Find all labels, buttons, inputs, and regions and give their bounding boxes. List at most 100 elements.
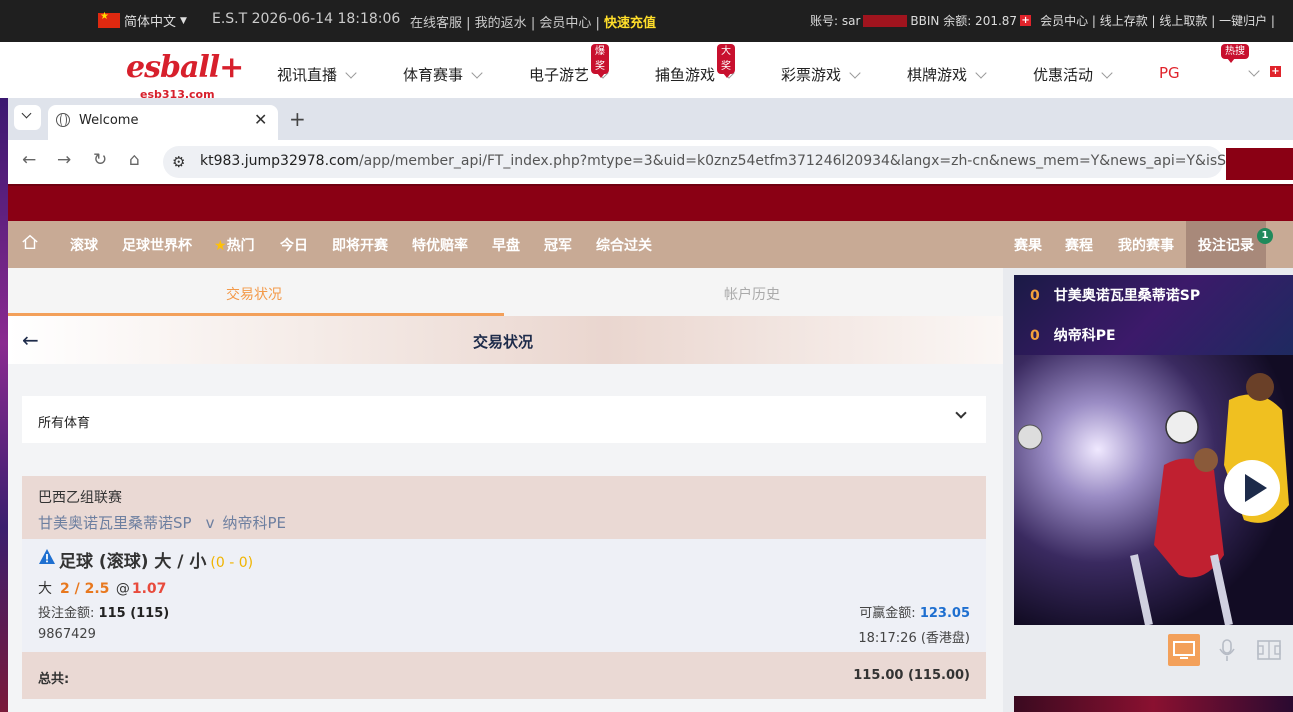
new-tab-icon[interactable]: +	[289, 107, 306, 131]
nav-in-play[interactable]: 滚球	[70, 235, 98, 255]
hot-badge: 爆奖	[591, 44, 609, 78]
top-links: 在线客服 | 我的返水 | 会员中心 | 快速充值	[410, 16, 657, 31]
odds-value: 1.07	[131, 581, 167, 597]
nav-label: 优惠活动	[1033, 66, 1094, 84]
address-bar[interactable]: ⚙ kt983.jump32978.com/app/member_api/FT_…	[163, 146, 1263, 178]
nav-label: 捕鱼游戏	[655, 66, 716, 84]
home-icon[interactable]	[21, 233, 39, 251]
nav-lottery[interactable]: 彩票游戏	[781, 64, 861, 85]
site-info-icon[interactable]: ⚙	[172, 153, 185, 171]
account-links[interactable]: 会员中心 | 线上存款 | 线上取款 | 一键归户 |	[1040, 12, 1275, 29]
chevron-down-icon	[849, 66, 861, 79]
nav-bet-history[interactable]: 投注记录	[1198, 235, 1254, 255]
star-icon: ★	[214, 238, 227, 254]
sport-filter-select[interactable]: 所有体育	[22, 396, 986, 443]
bet-total-row: 总共: 115.00 (115.00)	[22, 652, 986, 699]
at-symbol: @	[115, 581, 130, 597]
url-path: /app/member_api/FT_index.php?mtype=3&uid…	[358, 153, 1263, 169]
account-label: 账号: sar	[810, 14, 861, 28]
chevron-down-icon	[955, 407, 967, 419]
league-name: 巴西乙组联赛	[38, 490, 122, 506]
esball-logo[interactable]: esball+ esb313.com	[126, 50, 244, 101]
close-tab-icon[interactable]: ✕	[254, 110, 267, 129]
potential-win: 可赢金额: 123.05	[859, 602, 970, 621]
nav-slots[interactable]: 电子游艺 爆奖	[529, 44, 609, 85]
nav-schedule[interactable]: 赛程	[1065, 235, 1093, 255]
nav-live-casino[interactable]: 视讯直播	[277, 64, 357, 85]
tab-account-history[interactable]: 帐户历史	[724, 284, 780, 304]
home-team: 甘美奥诺瓦里桑蒂诺SP	[38, 514, 192, 532]
language-selector[interactable]: 简体中文 ▼	[98, 11, 187, 30]
total-value: 115.00 (115.00)	[853, 668, 970, 683]
chevron-down-icon	[21, 108, 32, 119]
selection-label: 大	[38, 581, 52, 597]
bet-card-header: 巴西乙组联赛 甘美奥诺瓦里桑蒂诺SP v 纳帝科PE	[22, 476, 986, 539]
nav-world-cup[interactable]: 足球世界杯	[122, 235, 192, 255]
home-team: 甘美奥诺瓦里桑蒂诺SP	[1053, 288, 1201, 304]
sports-nav: 滚球 足球世界杯 ★热门 今日 即将开赛 特优赔率 早盘 冠军 综合过关 赛果 …	[8, 221, 1293, 268]
stake-label: 投注金额:	[38, 606, 95, 621]
ticket-number: 9867429	[38, 627, 96, 642]
browser-tab[interactable]: Welcome ✕	[48, 105, 278, 140]
home-icon[interactable]: ⌂	[129, 150, 140, 170]
handicap-line: 2 / 2.5	[60, 581, 110, 597]
link-online-service[interactable]: 在线客服	[410, 16, 462, 31]
nav-label: 电子游艺	[529, 66, 590, 84]
pitch-tracker-icon[interactable]	[1253, 634, 1285, 666]
account-info: 账号: sar BBIN 余额: 201.87 + 会员中心 | 线上存款 | …	[810, 12, 1275, 29]
nav-fishing[interactable]: 捕鱼游戏 大奖	[655, 44, 735, 85]
forward-arrow-icon[interactable]: →	[57, 150, 71, 170]
url-domain: kt983.jump32978.com	[200, 153, 359, 169]
tv-icon[interactable]	[1168, 634, 1200, 666]
nav-sports[interactable]: 体育赛事	[403, 64, 483, 85]
nav-best-odds[interactable]: 特优赔率	[412, 235, 468, 255]
site-header-bar	[8, 184, 1293, 221]
language-label: 简体中文	[124, 15, 177, 30]
nav-label: 视讯直播	[277, 66, 338, 84]
back-arrow-icon[interactable]: ←	[22, 328, 39, 352]
tab-search-button[interactable]	[14, 105, 41, 130]
jackpot-badge: 大奖	[717, 44, 735, 78]
nav-parlay[interactable]: 综合过关	[596, 235, 652, 255]
reload-icon[interactable]: ↻	[93, 150, 107, 170]
refresh-balance-icon[interactable]: +	[1020, 15, 1032, 26]
nav-today[interactable]: 今日	[280, 235, 308, 255]
away-team: 纳帝科PE	[1053, 328, 1116, 344]
bet-score: (0 - 0)	[210, 555, 254, 571]
main-content: 交易状况 帐户历史 ← 交易状况 所有体育 巴西乙组联赛 甘美奥诺瓦里桑蒂诺SP…	[8, 268, 1003, 712]
notification-badge: 1	[1257, 228, 1273, 244]
vs-label: v	[205, 514, 215, 532]
play-icon[interactable]	[1224, 460, 1280, 516]
link-rebate[interactable]: 我的返水	[475, 16, 527, 31]
bet-time: 18:17:26 (香港盘)	[858, 631, 970, 646]
home-score: 0	[1030, 288, 1040, 304]
nav-popular[interactable]: ★热门	[214, 235, 255, 255]
nav-my-events[interactable]: 我的赛事	[1118, 235, 1174, 255]
nav-early[interactable]: 早盘	[492, 235, 520, 255]
nav-upcoming[interactable]: 即将开赛	[332, 235, 388, 255]
expand-icon[interactable]: +	[1270, 66, 1281, 77]
link-quick-recharge[interactable]: 快速充值	[604, 16, 656, 31]
nav-outright[interactable]: 冠军	[544, 235, 572, 255]
chevron-down-icon	[1248, 65, 1260, 77]
background-strip	[0, 98, 8, 712]
live-video-player[interactable]	[1014, 355, 1293, 625]
link-member-center[interactable]: 会员中心	[539, 16, 591, 31]
promo-banner-strip	[1014, 696, 1293, 712]
microphone-icon[interactable]	[1211, 634, 1243, 666]
nav-promotions[interactable]: 优惠活动	[1033, 64, 1113, 85]
match-teams: 甘美奥诺瓦里桑蒂诺SP v 纳帝科PE	[38, 512, 286, 533]
redacted-block	[863, 14, 908, 27]
nav-pg[interactable]: PG 热搜	[1159, 44, 1260, 82]
nav-chess-cards[interactable]: 棋牌游戏	[907, 64, 987, 85]
nav-results[interactable]: 赛果	[1014, 235, 1042, 255]
tab-transaction-status[interactable]: 交易状况	[226, 284, 282, 304]
tab-title: Welcome	[79, 113, 139, 128]
bet-card-body: 足球 (滚球) 大 / 小 (0 - 0) 大 2 / 2.5 @1.07 投注金额…	[22, 539, 986, 652]
score-row-home: 0 甘美奥诺瓦里桑蒂诺SP	[1030, 285, 1200, 305]
live-panel: 0 甘美奥诺瓦里桑蒂诺SP 0 纳帝科PE	[1003, 268, 1293, 712]
trending-badge: 热搜	[1221, 44, 1249, 63]
page-header: ← 交易状况	[8, 316, 1003, 364]
back-arrow-icon[interactable]: ←	[22, 150, 36, 170]
tab-strip: Welcome ✕ +	[8, 98, 1293, 140]
